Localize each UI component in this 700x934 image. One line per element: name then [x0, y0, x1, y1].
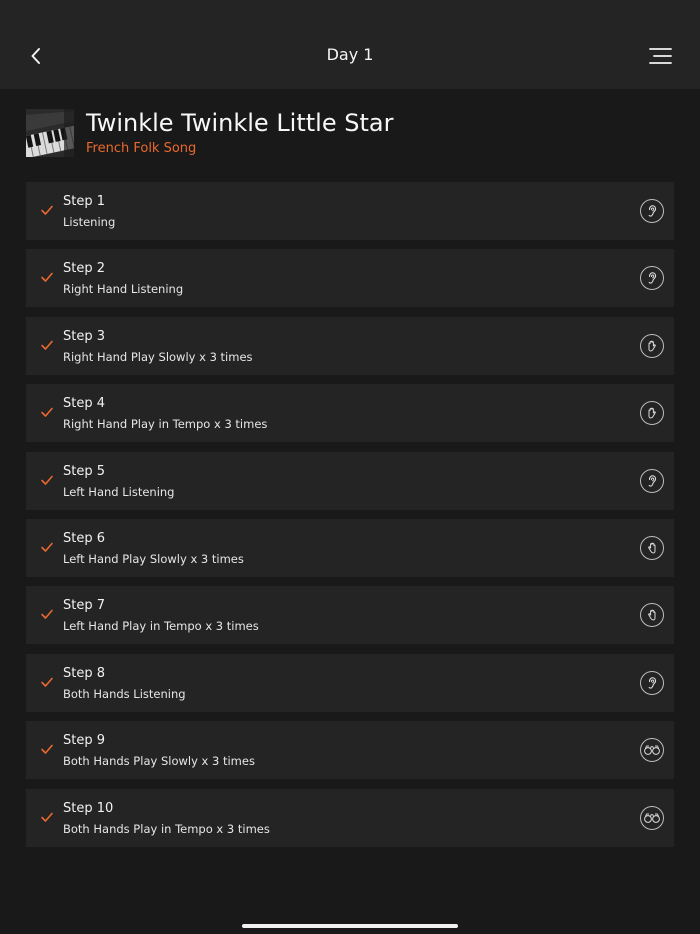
lesson-day-screen: Day 1 Twinkle Twinkle Little Star French…	[0, 0, 700, 934]
step-description: Both Hands Play Slowly x 3 times	[63, 754, 255, 769]
step-description: Both Hands Listening	[63, 686, 186, 701]
home-indicator[interactable]	[242, 924, 458, 928]
step-row-1[interactable]: Step 1 Listening	[26, 182, 674, 240]
menu-button[interactable]	[648, 44, 674, 68]
checkmark-icon	[41, 205, 53, 215]
step-title: Step 4	[63, 396, 106, 412]
step-title: Step 5	[63, 463, 106, 479]
step-description: Left Hand Play in Tempo x 3 times	[63, 619, 259, 634]
steps-list: Step 1 Listening Step 2 Right Hand Liste…	[26, 182, 674, 856]
step-title: Step 10	[63, 800, 114, 816]
nav-bar: Day 1	[0, 0, 700, 89]
hamburger-menu-icon	[649, 48, 672, 64]
step-title: Step 7	[63, 598, 106, 614]
step-row-5[interactable]: Step 5 Left Hand Listening	[26, 451, 674, 510]
step-row-6[interactable]: Step 6 Left Hand Play Slowly x 3 times	[26, 518, 674, 577]
ear-icon	[640, 670, 664, 695]
step-row-3[interactable]: Step 3 Right Hand Play Slowly x 3 times	[26, 316, 674, 375]
step-row-9[interactable]: Step 9 Both Hands Play Slowly x 3 times	[26, 721, 674, 780]
song-title: Twinkle Twinkle Little Star	[86, 109, 394, 137]
ear-icon	[640, 199, 664, 223]
song-subtitle: French Folk Song	[86, 141, 197, 156]
both-hands-icon	[640, 738, 664, 763]
checkmark-icon	[41, 610, 53, 620]
both-hands-icon	[640, 805, 664, 830]
step-title: Step 8	[63, 665, 106, 681]
song-header: Twinkle Twinkle Little Star French Folk …	[26, 109, 674, 159]
step-description: Left Hand Listening	[63, 484, 175, 499]
song-thumbnail	[26, 109, 74, 157]
step-row-4[interactable]: Step 4 Right Hand Play in Tempo x 3 time…	[26, 384, 674, 443]
step-title: Step 9	[63, 733, 106, 749]
checkmark-icon	[41, 273, 53, 283]
left-hand-icon	[640, 603, 664, 628]
step-description: Both Hands Play in Tempo x 3 times	[63, 821, 270, 836]
checkmark-icon	[41, 744, 53, 754]
checkmark-icon	[41, 812, 53, 822]
step-row-2[interactable]: Step 2 Right Hand Listening	[26, 249, 674, 308]
step-row-8[interactable]: Step 8 Both Hands Listening	[26, 653, 674, 712]
step-title: Step 3	[63, 328, 106, 344]
step-description: Listening	[63, 215, 116, 229]
step-description: Right Hand Play Slowly x 3 times	[63, 349, 253, 364]
checkmark-icon	[41, 407, 53, 417]
step-description: Left Hand Play Slowly x 3 times	[63, 551, 244, 566]
step-row-7[interactable]: Step 7 Left Hand Play in Tempo x 3 times	[26, 586, 674, 645]
step-title: Step 6	[63, 530, 106, 546]
checkmark-icon	[41, 475, 53, 485]
piano-thumbnail-image	[26, 109, 74, 157]
chevron-left-icon	[31, 48, 40, 64]
step-row-10[interactable]: Step 10 Both Hands Play in Tempo x 3 tim…	[26, 788, 674, 847]
page-title: Day 1	[326, 45, 374, 64]
checkmark-icon	[41, 677, 53, 687]
right-hand-icon	[640, 401, 664, 426]
ear-icon	[640, 266, 664, 291]
step-title: Step 2	[63, 261, 106, 277]
checkmark-icon	[41, 542, 53, 552]
back-button[interactable]	[22, 42, 50, 70]
step-description: Right Hand Listening	[63, 282, 184, 297]
step-description: Right Hand Play in Tempo x 3 times	[63, 417, 268, 432]
left-hand-icon	[640, 535, 664, 560]
checkmark-icon	[41, 340, 53, 350]
step-title: Step 1	[63, 194, 106, 209]
right-hand-icon	[640, 333, 664, 358]
ear-icon	[640, 468, 664, 493]
